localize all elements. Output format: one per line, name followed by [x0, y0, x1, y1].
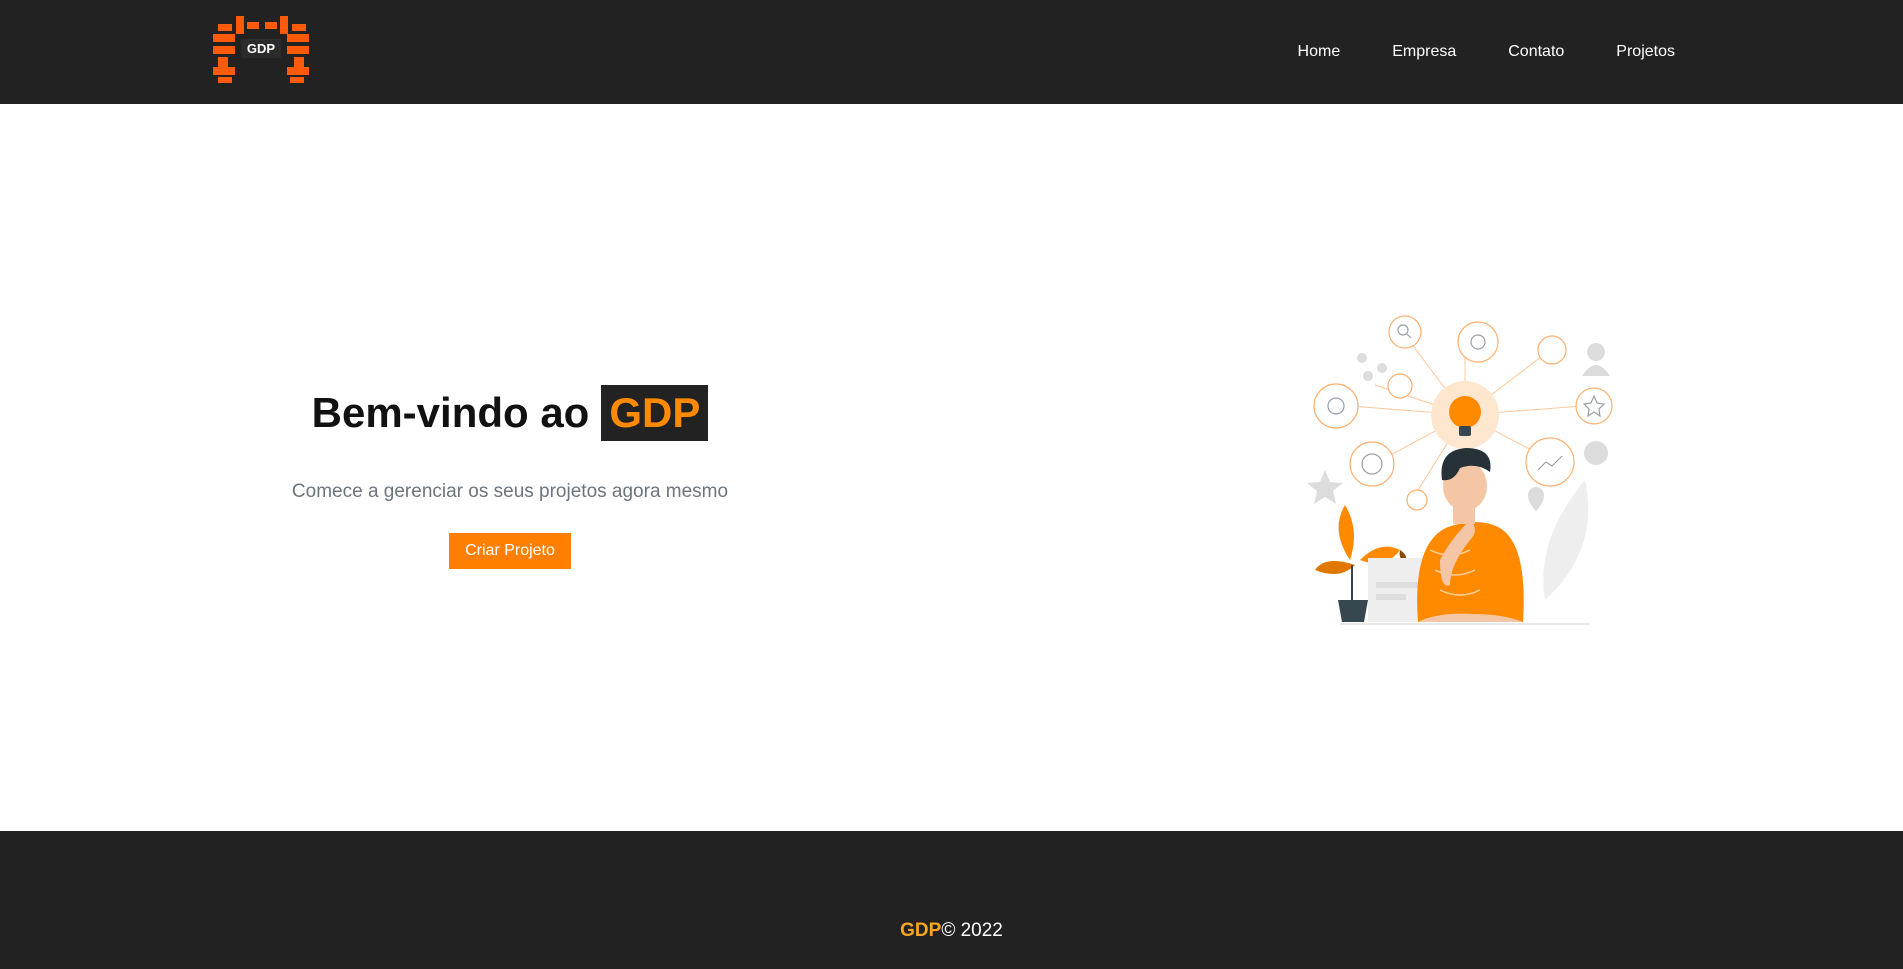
criar-projeto-button[interactable]: Criar Projeto: [449, 533, 571, 569]
thinking-person-illustration: [1300, 310, 1620, 630]
nav-empresa-link[interactable]: Empresa: [1392, 43, 1456, 61]
logo-icon: GDP: [213, 16, 309, 83]
hero-title: Bem-vindo ao GDP: [312, 385, 709, 441]
hero-text: Bem-vindo ao GDP Comece a gerenciar os s…: [250, 385, 770, 569]
hero-title-brand: GDP: [601, 385, 709, 441]
hero-title-prefix: Bem-vindo ao: [311, 389, 590, 436]
nav-home-link[interactable]: Home: [1298, 43, 1341, 61]
gdp-logo[interactable]: GDP: [213, 10, 309, 84]
footer: [0, 831, 1903, 969]
footer-copyright: GDP© 2022: [0, 920, 1903, 942]
main-nav: Home Empresa Contato Projetos: [1246, 0, 1675, 104]
svg-text:GDP: GDP: [247, 41, 276, 56]
footer-year: © 2022: [941, 920, 1003, 941]
nav-projetos-link[interactable]: Projetos: [1616, 43, 1675, 61]
navbar: GDP Home Empresa Contato Projetos: [0, 0, 1903, 104]
nav-contato-link[interactable]: Contato: [1508, 43, 1564, 61]
footer-brand: GDP: [900, 920, 942, 941]
hero-subtitle: Comece a gerenciar os seus projetos agor…: [291, 481, 729, 502]
